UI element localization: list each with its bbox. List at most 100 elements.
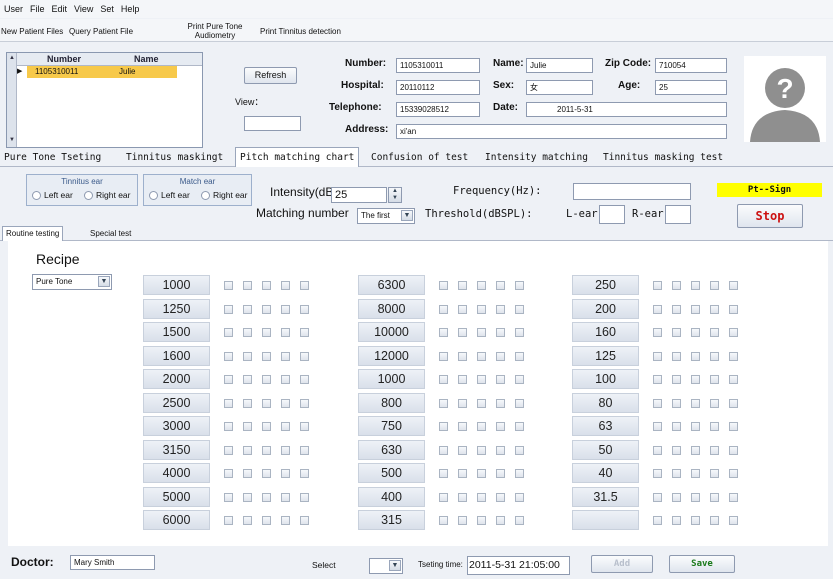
- frequency-checkbox[interactable]: [439, 281, 448, 290]
- frequency-button[interactable]: 750: [358, 416, 425, 436]
- frequency-checkbox[interactable]: [224, 351, 233, 361]
- frequency-checkbox[interactable]: [672, 516, 681, 525]
- frequency-checkbox[interactable]: [439, 492, 448, 502]
- frequency-button[interactable]: 8000: [358, 298, 425, 319]
- frequency-checkbox[interactable]: [262, 281, 271, 290]
- frequency-checkbox[interactable]: [672, 375, 681, 384]
- frequency-checkbox[interactable]: [243, 492, 252, 502]
- frequency-checkbox[interactable]: [243, 328, 252, 337]
- frequency-checkbox[interactable]: [243, 375, 252, 384]
- frequency-button[interactable]: 40: [572, 463, 639, 483]
- frequency-checkbox[interactable]: [458, 375, 467, 384]
- doctor-name-field[interactable]: Mary Smith: [70, 555, 155, 570]
- frequency-checkbox[interactable]: [515, 351, 524, 361]
- tab-tinnitus-masking-test[interactable]: Tinnitus masking test: [603, 152, 723, 163]
- frequency-checkbox[interactable]: [691, 304, 700, 314]
- frequency-button[interactable]: 31.5: [572, 486, 639, 507]
- frequency-checkbox[interactable]: [262, 398, 271, 408]
- frequency-checkbox[interactable]: [300, 281, 309, 290]
- frequency-checkbox[interactable]: [477, 328, 486, 337]
- frequency-checkbox[interactable]: [710, 516, 719, 525]
- frequency-button[interactable]: 5000: [143, 486, 210, 507]
- frequency-checkbox[interactable]: [710, 398, 719, 408]
- frequency-checkbox[interactable]: [262, 422, 271, 431]
- frequency-checkbox[interactable]: [710, 445, 719, 455]
- frequency-checkbox[interactable]: [439, 422, 448, 431]
- frequency-checkbox[interactable]: [672, 281, 681, 290]
- frequency-checkbox[interactable]: [653, 304, 662, 314]
- frequency-button[interactable]: 125: [572, 345, 639, 366]
- frequency-button[interactable]: 50: [572, 439, 639, 460]
- frequency-checkbox[interactable]: [515, 445, 524, 455]
- frequency-checkbox[interactable]: [262, 375, 271, 384]
- frequency-checkbox[interactable]: [439, 351, 448, 361]
- frequency-checkbox[interactable]: [653, 351, 662, 361]
- frequency-checkbox[interactable]: [281, 469, 290, 478]
- recipe-select[interactable]: Pure Tone ▼: [32, 274, 112, 290]
- frequency-button[interactable]: 4000: [143, 463, 210, 483]
- frequency-checkbox[interactable]: [729, 328, 738, 337]
- frequency-checkbox[interactable]: [439, 516, 448, 525]
- frequency-button[interactable]: 100: [572, 369, 639, 389]
- frequency-checkbox[interactable]: [281, 375, 290, 384]
- date-field[interactable]: 2011-5-31: [526, 102, 727, 117]
- frequency-checkbox[interactable]: [458, 469, 467, 478]
- frequency-field[interactable]: [573, 183, 691, 200]
- tab-intensity-matching[interactable]: Intensity matching: [485, 152, 588, 163]
- chevron-down-icon[interactable]: ▼: [98, 276, 110, 287]
- frequency-checkbox[interactable]: [672, 492, 681, 502]
- frequency-checkbox[interactable]: [672, 422, 681, 431]
- frequency-checkbox[interactable]: [300, 516, 309, 525]
- frequency-checkbox[interactable]: [691, 492, 700, 502]
- frequency-checkbox[interactable]: [281, 351, 290, 361]
- frequency-checkbox[interactable]: [224, 328, 233, 337]
- new-patient-files-button[interactable]: New Patient Files: [1, 27, 63, 36]
- menu-user[interactable]: User: [4, 4, 23, 14]
- frequency-checkbox[interactable]: [691, 351, 700, 361]
- frequency-checkbox[interactable]: [458, 398, 467, 408]
- frequency-checkbox[interactable]: [439, 469, 448, 478]
- frequency-checkbox[interactable]: [224, 304, 233, 314]
- frequency-checkbox[interactable]: [439, 304, 448, 314]
- frequency-checkbox[interactable]: [281, 445, 290, 455]
- sex-field[interactable]: 女: [526, 80, 593, 95]
- frequency-checkbox[interactable]: [710, 375, 719, 384]
- menu-file[interactable]: File: [30, 4, 45, 14]
- frequency-checkbox[interactable]: [691, 422, 700, 431]
- frequency-checkbox[interactable]: [496, 398, 505, 408]
- frequency-checkbox[interactable]: [477, 375, 486, 384]
- hospital-field[interactable]: 20110112: [396, 80, 480, 95]
- frequency-checkbox[interactable]: [281, 328, 290, 337]
- frequency-button[interactable]: 2000: [143, 369, 210, 389]
- tab-confusion-test[interactable]: Confusion of test: [371, 152, 468, 163]
- frequency-checkbox[interactable]: [672, 328, 681, 337]
- intensity-stepper[interactable]: ▲ ▼: [388, 187, 402, 203]
- frequency-checkbox[interactable]: [691, 516, 700, 525]
- print-pure-tone-button[interactable]: Print Pure Tone Audiometry: [183, 22, 247, 40]
- frequency-button[interactable]: 10000: [358, 322, 425, 342]
- patient-row[interactable]: ▶ 1105310011 Julie: [17, 66, 202, 78]
- frequency-checkbox[interactable]: [224, 516, 233, 525]
- select-dropdown[interactable]: ▼: [369, 558, 403, 574]
- frequency-checkbox[interactable]: [281, 516, 290, 525]
- frequency-checkbox[interactable]: [262, 445, 271, 455]
- match-right-ear-radio[interactable]: Right ear: [201, 190, 248, 200]
- frequency-button[interactable]: 12000: [358, 345, 425, 366]
- save-button[interactable]: Save: [669, 555, 735, 573]
- chevron-down-icon[interactable]: ▼: [389, 560, 401, 571]
- frequency-checkbox[interactable]: [729, 351, 738, 361]
- frequency-checkbox[interactable]: [691, 375, 700, 384]
- frequency-checkbox[interactable]: [477, 398, 486, 408]
- frequency-checkbox[interactable]: [710, 328, 719, 337]
- radio-icon[interactable]: [32, 190, 41, 200]
- frequency-checkbox[interactable]: [653, 422, 662, 431]
- radio-icon[interactable]: [201, 190, 210, 200]
- frequency-checkbox[interactable]: [672, 351, 681, 361]
- frequency-checkbox[interactable]: [515, 492, 524, 502]
- frequency-checkbox[interactable]: [243, 516, 252, 525]
- frequency-button[interactable]: 250: [572, 275, 639, 295]
- frequency-checkbox[interactable]: [224, 375, 233, 384]
- frequency-checkbox[interactable]: [496, 469, 505, 478]
- frequency-checkbox[interactable]: [458, 328, 467, 337]
- frequency-checkbox[interactable]: [729, 398, 738, 408]
